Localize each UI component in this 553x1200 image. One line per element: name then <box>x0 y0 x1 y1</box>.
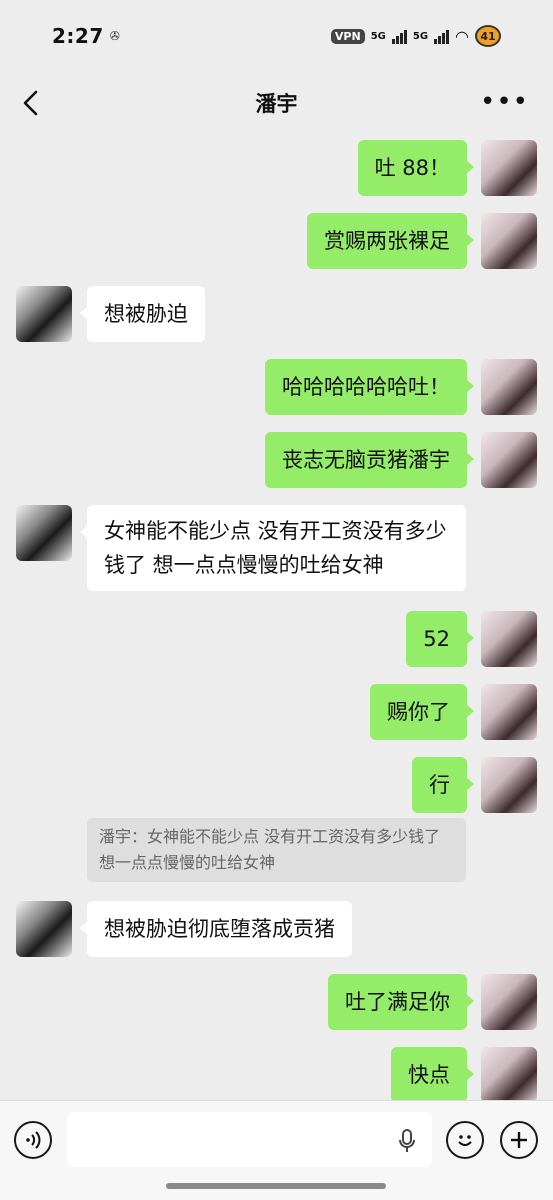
message-out[interactable]: 行 <box>412 757 474 813</box>
message-text: 女神能不能少点 没有开工资没有多少钱了 想一点点慢慢的吐给女神 <box>104 519 447 577</box>
message-text: 哈哈哈哈哈哈吐！ <box>282 375 450 399</box>
vpn-badge: VPN <box>330 28 365 44</box>
nfc-icon: ✇ <box>109 29 120 43</box>
voice-icon <box>26 1131 41 1149</box>
emoji-icon <box>458 1135 472 1146</box>
my-avatar[interactable] <box>481 757 537 813</box>
message-out[interactable]: 快点 <box>391 1047 474 1100</box>
more-button[interactable]: ••• <box>480 89 529 115</box>
signal-icon-2 <box>434 28 450 44</box>
contact-avatar[interactable] <box>16 901 72 957</box>
message-text: 丧志无脑贡猪潘宇 <box>282 448 450 472</box>
battery-indicator: 41 <box>475 25 501 47</box>
my-avatar[interactable] <box>481 432 537 488</box>
more-dots-icon: ••• <box>479 87 529 117</box>
message-text: 行 <box>429 773 450 797</box>
emoji-button[interactable] <box>446 1121 484 1159</box>
wifi-icon: ◠ <box>455 26 469 46</box>
message-in[interactable]: 想被胁迫彻底堕落成贡猪 <box>80 901 352 957</box>
chat-title: 潘宇 <box>255 92 298 116</box>
message-text: 快点 <box>408 1063 450 1087</box>
quote-text: 潘宇：女神能不能少点 没有开工资没有多少钱了 想一点点慢慢的吐给女神 <box>99 827 441 872</box>
message-out[interactable]: 52 <box>406 611 474 667</box>
status-bar: 2:27 ✇ VPN 5G 5G ◠ 41 <box>0 0 553 72</box>
chevron-left-icon <box>23 90 38 116</box>
message-out[interactable]: 哈哈哈哈哈哈吐！ <box>265 359 474 415</box>
chat-messages[interactable]: 吐 88！ 赏赐两张裸足 想被胁迫 哈哈哈哈哈哈吐！ 丧志无脑贡猪潘宇 女神能不… <box>0 134 553 1100</box>
message-text: 赏赐两张裸足 <box>324 229 450 253</box>
message-text: 52 <box>423 627 450 651</box>
back-button[interactable] <box>18 86 46 120</box>
my-avatar[interactable] <box>481 611 537 667</box>
my-avatar[interactable] <box>481 140 537 196</box>
plus-button[interactable] <box>500 1121 538 1159</box>
message-out[interactable]: 赐你了 <box>370 684 474 740</box>
message-in[interactable]: 想被胁迫 <box>80 286 205 342</box>
contact-avatar[interactable] <box>16 286 72 342</box>
message-out[interactable]: 吐了满足你 <box>328 974 474 1030</box>
message-text: 吐了满足你 <box>345 990 450 1014</box>
voice-button[interactable] <box>14 1121 52 1159</box>
my-avatar[interactable] <box>481 974 537 1030</box>
my-avatar[interactable] <box>481 359 537 415</box>
status-left: 2:27 ✇ <box>52 24 120 48</box>
my-avatar[interactable] <box>481 684 537 740</box>
home-indicator[interactable] <box>166 1183 386 1189</box>
status-time: 2:27 <box>52 24 104 48</box>
message-out[interactable]: 丧志无脑贡猪潘宇 <box>265 432 474 488</box>
net2-label: 5G <box>412 30 429 42</box>
message-input[interactable] <box>67 1112 432 1167</box>
message-text: 吐 88！ <box>374 156 450 180</box>
net1-label: 5G <box>370 30 386 42</box>
message-in[interactable]: 女神能不能少点 没有开工资没有多少钱了 想一点点慢慢的吐给女神 <box>80 505 466 591</box>
message-out[interactable]: 吐 88！ <box>357 140 475 196</box>
contact-avatar[interactable] <box>16 505 72 561</box>
chat-header: 潘宇 ••• <box>0 72 553 134</box>
microphone-icon[interactable] <box>396 1128 418 1154</box>
message-text: 赐你了 <box>387 700 450 724</box>
my-avatar[interactable] <box>481 1047 537 1100</box>
message-text: 想被胁迫彻底堕落成贡猪 <box>104 917 335 941</box>
plus-icon <box>511 1132 527 1148</box>
status-right: VPN 5G 5G ◠ 41 <box>330 25 501 47</box>
message-text: 想被胁迫 <box>104 302 188 326</box>
quoted-message[interactable]: 潘宇：女神能不能少点 没有开工资没有多少钱了 想一点点慢慢的吐给女神 <box>87 818 466 882</box>
signal-icon <box>391 28 407 44</box>
message-out[interactable]: 赏赐两张裸足 <box>307 213 474 269</box>
my-avatar[interactable] <box>481 213 537 269</box>
